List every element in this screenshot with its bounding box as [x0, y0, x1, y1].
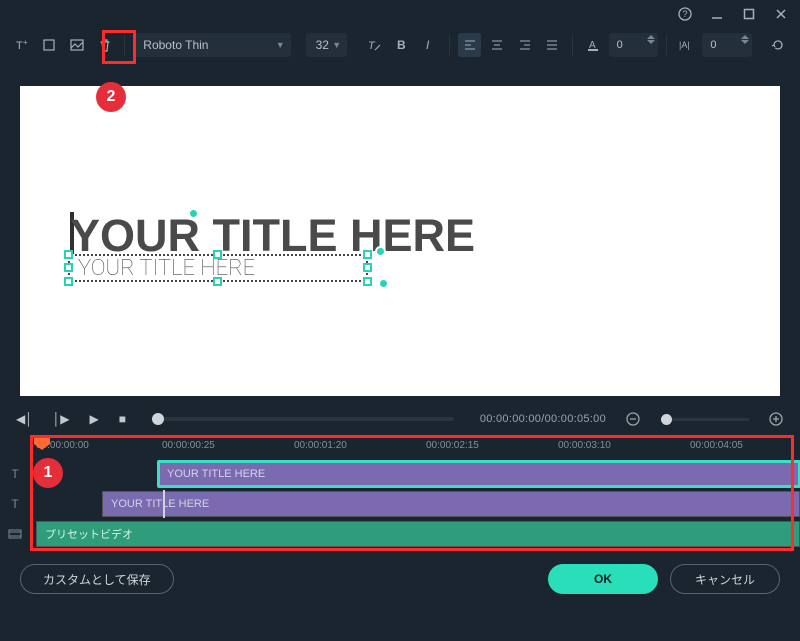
selection-dot[interactable]: [188, 208, 199, 219]
playhead[interactable]: [34, 438, 50, 448]
resize-handle[interactable]: [363, 277, 372, 286]
ruler-tick: 00:00:04:05: [690, 440, 743, 451]
align-left-icon[interactable]: [458, 33, 482, 57]
font-size-dropdown[interactable]: 32 ▼: [306, 33, 348, 57]
clip-video[interactable]: プリセットビデオ: [36, 521, 800, 547]
callout-badge-1: 1: [33, 458, 63, 488]
ok-button[interactable]: OK: [548, 564, 658, 594]
video-track-icon[interactable]: [0, 527, 30, 541]
align-right-icon[interactable]: [513, 33, 537, 57]
help-icon[interactable]: ?: [678, 7, 692, 21]
zoom-in-icon[interactable]: [769, 412, 784, 427]
resize-handle[interactable]: [363, 250, 372, 259]
clip-title-1[interactable]: YOUR TITLE HERE: [158, 461, 800, 487]
minimize-icon[interactable]: [710, 7, 724, 21]
callout-badge-2: 2: [96, 82, 126, 112]
stepper-down-icon[interactable]: [741, 40, 749, 44]
title-text-small: YOUR TITLE HERE: [78, 256, 255, 281]
clip-marker: [163, 490, 165, 518]
next-frame-icon[interactable]: │▶: [53, 412, 70, 426]
resize-handle[interactable]: [64, 277, 73, 286]
resize-handle[interactable]: [213, 277, 222, 286]
letter-spacing-value: 0: [617, 39, 623, 51]
divider: [572, 35, 573, 55]
resize-handle[interactable]: [64, 250, 73, 259]
close-icon[interactable]: [774, 7, 788, 21]
stepper-down-icon[interactable]: [647, 40, 655, 44]
font-name: Roboto Thin: [143, 38, 208, 52]
clip-label: YOUR TITLE HERE: [167, 468, 265, 480]
svg-text:+: +: [23, 38, 28, 47]
chevron-down-icon: ▼: [332, 40, 341, 50]
align-center-icon[interactable]: [485, 33, 509, 57]
clip-title-2[interactable]: YOUR TITLE HERE: [102, 491, 800, 517]
zoom-slider[interactable]: [661, 418, 749, 421]
save-custom-button[interactable]: カスタムとして保存: [20, 564, 174, 594]
clear-format-icon[interactable]: T: [362, 33, 386, 57]
ruler-tick: 00:00:00:25: [162, 440, 215, 451]
track-row: T YOUR TITLE HERE: [0, 490, 800, 518]
chevron-down-icon: ▼: [276, 40, 285, 50]
line-height-input[interactable]: 0: [702, 33, 751, 57]
svg-text:T: T: [16, 40, 23, 52]
svg-text:|A|: |A|: [679, 40, 690, 50]
add-text-icon[interactable]: T+: [10, 33, 34, 57]
seek-bar[interactable]: [152, 417, 454, 421]
svg-text:?: ?: [682, 9, 687, 19]
svg-text:I: I: [426, 38, 430, 52]
ruler-tick: 00:00:01:20: [294, 440, 347, 451]
selection-dot[interactable]: [378, 278, 389, 289]
text-track-icon[interactable]: T: [0, 497, 30, 511]
line-height-icon[interactable]: |A|: [675, 33, 699, 57]
timeline: 1 00:00:00:0000:00:00:2500:00:01:2000:00…: [0, 434, 800, 548]
transport-bar: ◀│ │▶ ▶ ■ 00:00:00:00/00:00:05:00: [0, 404, 800, 434]
svg-text:T: T: [368, 40, 376, 52]
crop-icon[interactable]: [38, 33, 62, 57]
divider: [666, 35, 667, 55]
image-icon[interactable]: [65, 33, 89, 57]
title-textbox-selected[interactable]: YOUR TITLE HERE: [68, 254, 368, 282]
resize-handle[interactable]: [363, 263, 372, 272]
play-icon[interactable]: ▶: [89, 412, 98, 426]
font-dropdown[interactable]: Roboto Thin ▼: [133, 33, 290, 57]
clip-label: プリセットビデオ: [45, 526, 133, 542]
italic-icon[interactable]: I: [417, 33, 441, 57]
bold-icon[interactable]: B: [390, 33, 414, 57]
track-row: プリセットビデオ: [0, 520, 800, 548]
callout-box-2: [102, 30, 136, 64]
timeline-ruler[interactable]: 00:00:00:0000:00:00:2500:00:01:2000:00:0…: [30, 438, 800, 460]
line-height-value: 0: [710, 39, 716, 51]
selection-dot[interactable]: [375, 246, 386, 257]
prev-frame-icon[interactable]: ◀│: [16, 412, 33, 426]
text-track-icon[interactable]: T: [0, 467, 30, 481]
titlebar: ?: [0, 0, 800, 28]
letter-spacing-input[interactable]: 0: [609, 33, 658, 57]
font-size-value: 32: [316, 38, 329, 52]
refresh-icon[interactable]: [767, 33, 791, 57]
maximize-icon[interactable]: [742, 7, 756, 21]
stepper-up-icon[interactable]: [647, 35, 655, 39]
cancel-button[interactable]: キャンセル: [670, 564, 780, 594]
seek-handle[interactable]: [152, 413, 164, 425]
footer: カスタムとして保存 OK キャンセル: [0, 550, 800, 608]
ruler-tick: 00:00:02:15: [426, 440, 479, 451]
text-color-icon[interactable]: A: [581, 33, 605, 57]
zoom-out-icon[interactable]: [626, 412, 641, 427]
resize-handle[interactable]: [64, 263, 73, 272]
track-row: T YOUR TITLE HERE: [0, 460, 800, 488]
stepper-up-icon[interactable]: [741, 35, 749, 39]
svg-text:B: B: [397, 38, 406, 52]
ruler-tick: 00:00:03:10: [558, 440, 611, 451]
resize-handle[interactable]: [213, 250, 222, 259]
zoom-handle[interactable]: [661, 414, 672, 425]
stop-icon[interactable]: ■: [119, 412, 126, 426]
time-display: 00:00:00:00/00:00:05:00: [480, 413, 606, 425]
clip-label: YOUR TITLE HERE: [111, 498, 209, 510]
align-justify-icon[interactable]: [540, 33, 564, 57]
preview-canvas[interactable]: YOUR TITLE HERE YOUR TITLE HERE: [20, 86, 780, 396]
divider: [449, 35, 450, 55]
